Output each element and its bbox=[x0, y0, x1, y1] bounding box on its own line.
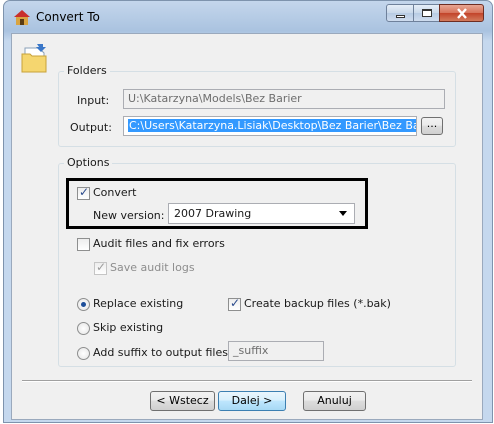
chevron-down-icon bbox=[339, 211, 347, 216]
back-button[interactable]: < Wstecz bbox=[150, 391, 215, 411]
radio-dot bbox=[81, 302, 86, 307]
suffix-radio[interactable] bbox=[77, 347, 90, 360]
new-version-select[interactable]: 2007 Drawing bbox=[168, 203, 355, 224]
replace-radio[interactable] bbox=[77, 298, 90, 311]
backup-label: Create backup files (*.bak) bbox=[244, 297, 391, 310]
bottom-separator bbox=[22, 380, 472, 382]
skip-label: Skip existing bbox=[93, 321, 164, 334]
cancel-button[interactable]: Anuluj bbox=[303, 391, 366, 411]
backup-checkbox[interactable]: ✓ bbox=[228, 296, 241, 311]
folders-group-label: Folders bbox=[64, 64, 110, 77]
options-group-label: Options bbox=[64, 156, 113, 169]
check-icon: ✓ bbox=[230, 296, 241, 310]
convert-to-dialog: Convert To Folders Input: U:\Katarzyna\M… bbox=[0, 0, 494, 424]
close-button[interactable] bbox=[439, 4, 484, 22]
input-field[interactable]: U:\Katarzyna\Models\Bez Barier bbox=[123, 89, 445, 109]
check-icon: ✓ bbox=[79, 185, 90, 199]
audit-checkbox[interactable] bbox=[77, 238, 90, 251]
folder-icon bbox=[21, 44, 47, 73]
browse-button[interactable]: ... bbox=[421, 117, 443, 135]
window-title: Convert To bbox=[36, 10, 100, 24]
convert-label: Convert bbox=[93, 186, 137, 199]
minimize-icon bbox=[396, 15, 405, 18]
output-label: Output: bbox=[70, 121, 112, 134]
new-version-value: 2007 Drawing bbox=[174, 207, 252, 220]
maximize-button[interactable] bbox=[413, 4, 440, 22]
save-audit-label: Save audit logs bbox=[110, 261, 195, 274]
output-field-text: C:\Users\Katarzyna.Lisiak\Desktop\Bez Ba… bbox=[128, 119, 416, 132]
maximize-icon bbox=[422, 9, 432, 17]
input-label: Input: bbox=[77, 94, 110, 107]
suffix-field[interactable]: _suffix bbox=[228, 341, 324, 361]
close-icon bbox=[457, 8, 467, 19]
new-version-label: New version: bbox=[93, 209, 165, 222]
audit-label: Audit files and fix errors bbox=[93, 237, 225, 250]
output-field[interactable]: C:\Users\Katarzyna.Lisiak\Desktop\Bez Ba… bbox=[123, 116, 417, 136]
replace-label: Replace existing bbox=[93, 297, 184, 310]
minimize-button[interactable] bbox=[386, 4, 414, 22]
suffix-label: Add suffix to output files bbox=[93, 346, 228, 359]
save-audit-checkbox[interactable]: ✓ bbox=[94, 260, 107, 275]
app-icon bbox=[14, 10, 30, 25]
convert-checkbox[interactable]: ✓ bbox=[77, 185, 90, 200]
skip-radio[interactable] bbox=[77, 322, 90, 335]
check-icon: ✓ bbox=[96, 260, 107, 274]
next-button[interactable]: Dalej > bbox=[218, 391, 286, 411]
